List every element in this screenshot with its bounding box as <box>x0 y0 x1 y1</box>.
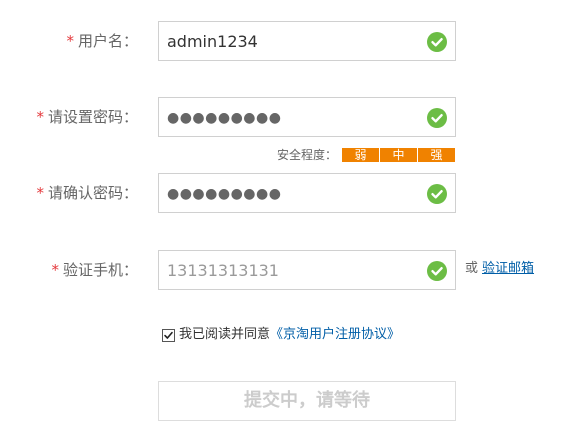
strength-weak: 弱 <box>342 148 379 162</box>
phone-field[interactable]: 13131313131 <box>158 250 456 290</box>
password-field[interactable]: ●●●●●●●●● <box>158 97 456 137</box>
strength-strong: 强 <box>418 148 455 162</box>
confirm-password-masked-value: ●●●●●●●●● <box>167 186 282 202</box>
password-label-text: 请设置密码： <box>47 108 138 126</box>
required-mark: * <box>51 261 59 279</box>
confirm-password-label: * 请确认密码： <box>36 183 138 203</box>
strength-medium: 中 <box>380 148 417 162</box>
check-circle-icon <box>427 32 447 52</box>
check-circle-icon <box>427 261 447 281</box>
required-mark: * <box>66 32 74 50</box>
username-label: * 用户名： <box>66 31 138 51</box>
phone-label-text: 验证手机： <box>62 261 138 279</box>
required-mark: * <box>36 108 44 126</box>
required-mark: * <box>36 184 44 202</box>
agreement-checkbox[interactable] <box>162 329 175 342</box>
confirm-password-field[interactable]: ●●●●●●●●● <box>158 173 456 213</box>
user-agreement-link[interactable]: 《京淘用户注册协议》 <box>270 326 400 344</box>
phone-label: * 验证手机： <box>51 260 138 280</box>
register-form: * 用户名： admin1234 * 请设置密码： ●●●●●●●●● 安全程度： … <box>0 0 584 439</box>
verify-email-link[interactable]: 验证邮箱 <box>482 260 534 278</box>
agreement-text: 我已阅读并同意 <box>179 327 271 342</box>
phone-value: 13131313131 <box>167 261 279 280</box>
strength-label: 安全程度： <box>277 148 338 162</box>
password-label: * 请设置密码： <box>36 107 138 127</box>
check-circle-icon <box>427 108 447 128</box>
check-circle-icon <box>427 184 447 204</box>
or-text: 或 <box>465 261 479 276</box>
password-masked-value: ●●●●●●●●● <box>167 110 282 126</box>
username-label-text: 用户名： <box>77 32 138 50</box>
confirm-password-label-text: 请确认密码： <box>47 184 138 202</box>
username-value: admin1234 <box>167 32 258 51</box>
submit-button[interactable]: 提交中，请等待 <box>158 381 456 421</box>
username-field[interactable]: admin1234 <box>158 21 456 61</box>
